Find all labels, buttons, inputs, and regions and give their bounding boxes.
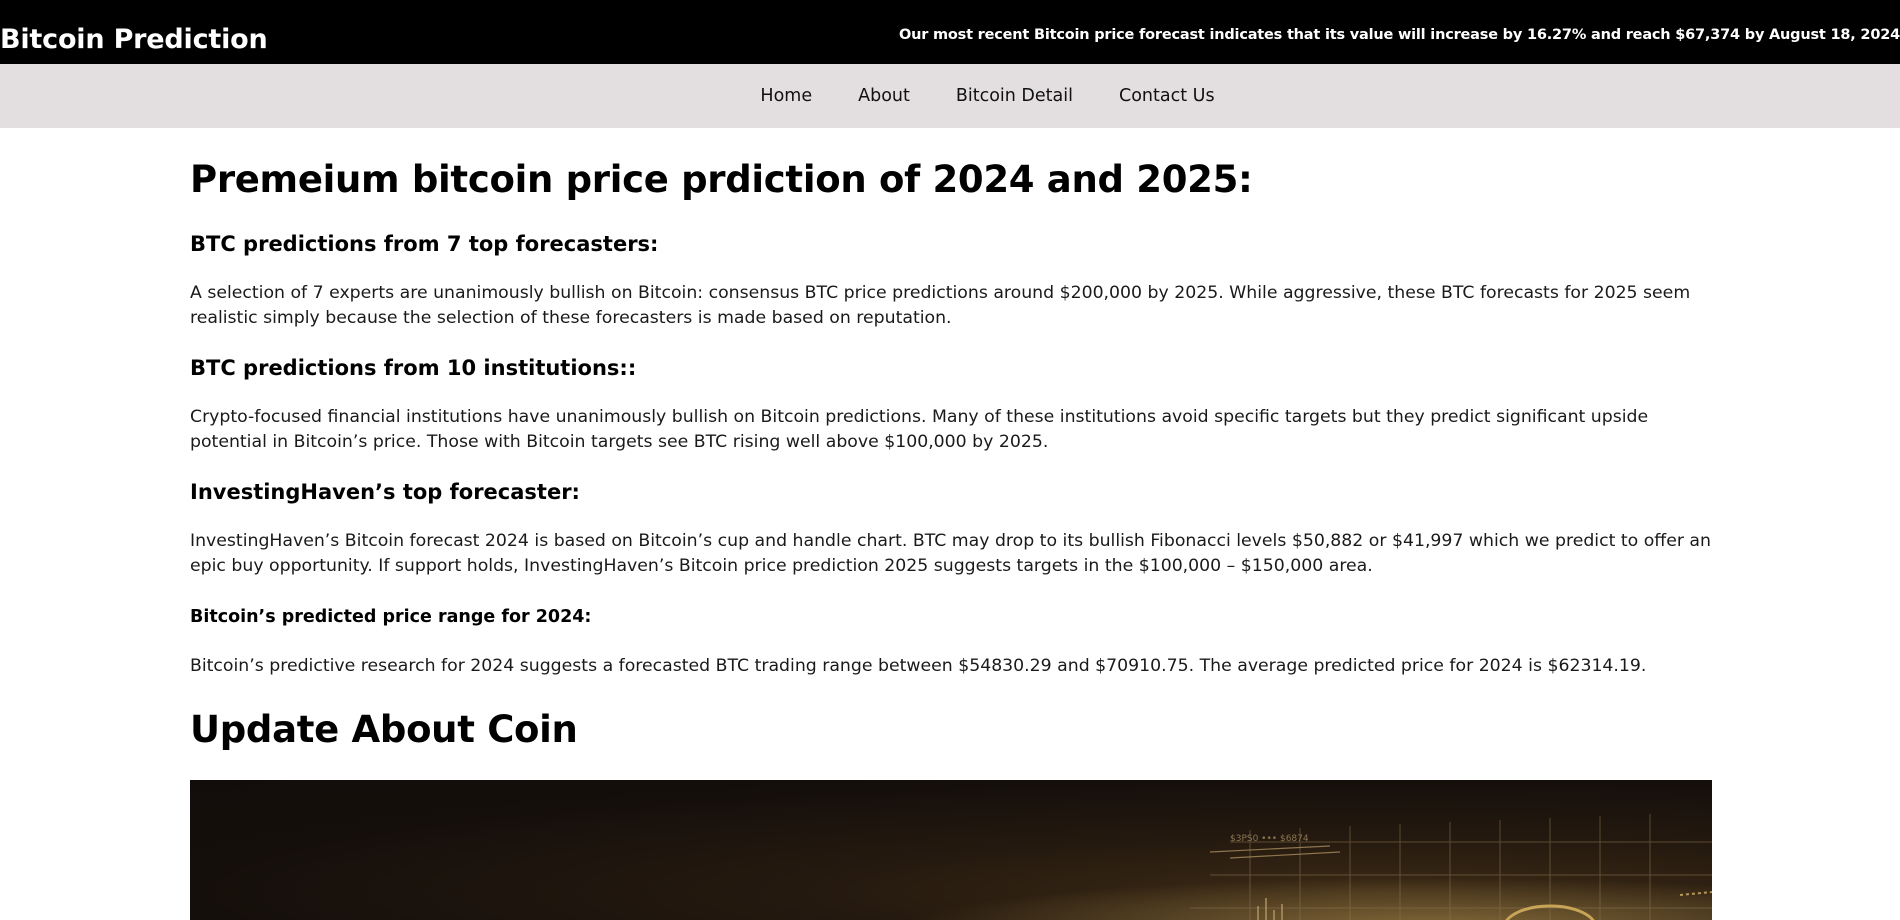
nav-list: Home About Bitcoin Detail Contact Us: [0, 64, 1900, 128]
section-heading-investinghaven: InvestingHaven’s top forecaster:: [190, 480, 580, 504]
hero-image: $3PS0 ••• $6874: [190, 780, 1712, 920]
section-heading-price-range: Bitcoin’s predicted price range for 2024…: [190, 607, 592, 627]
section-text-price-range: Bitcoin’s predictive research for 2024 s…: [190, 656, 1647, 676]
section-text-institutions: Crypto-focused financial institutions ha…: [190, 407, 1649, 452]
top-bar: Bitcoin Prediction Our most recent Bitco…: [0, 0, 1900, 64]
section-heading-forecasters: BTC predictions from 7 top forecasters:: [190, 232, 659, 256]
section-heading-institutions: BTC predictions from 10 institutions::: [190, 356, 637, 380]
site-brand[interactable]: Bitcoin Prediction: [0, 24, 268, 55]
section-text-forecasters: A selection of 7 experts are unanimously…: [190, 283, 1691, 328]
hero-chart-illustration: [190, 780, 1712, 920]
hero-caption: $3PS0 ••• $6874: [1230, 834, 1309, 844]
main-nav: Home About Bitcoin Detail Contact Us: [0, 64, 1900, 128]
forecast-ticker: Our most recent Bitcoin price forecast i…: [898, 27, 1900, 43]
nav-item-home[interactable]: Home: [760, 86, 812, 106]
nav-item-contact-us[interactable]: Contact Us: [1119, 86, 1215, 106]
page-title: Premeium bitcoin price prdiction of 2024…: [190, 158, 1253, 201]
nav-item-about[interactable]: About: [858, 86, 910, 106]
update-section-title: Update About Coin: [190, 708, 578, 751]
section-text-investinghaven: InvestingHaven’s Bitcoin forecast 2024 i…: [190, 531, 1711, 576]
nav-item-bitcoin-detail[interactable]: Bitcoin Detail: [956, 86, 1073, 106]
